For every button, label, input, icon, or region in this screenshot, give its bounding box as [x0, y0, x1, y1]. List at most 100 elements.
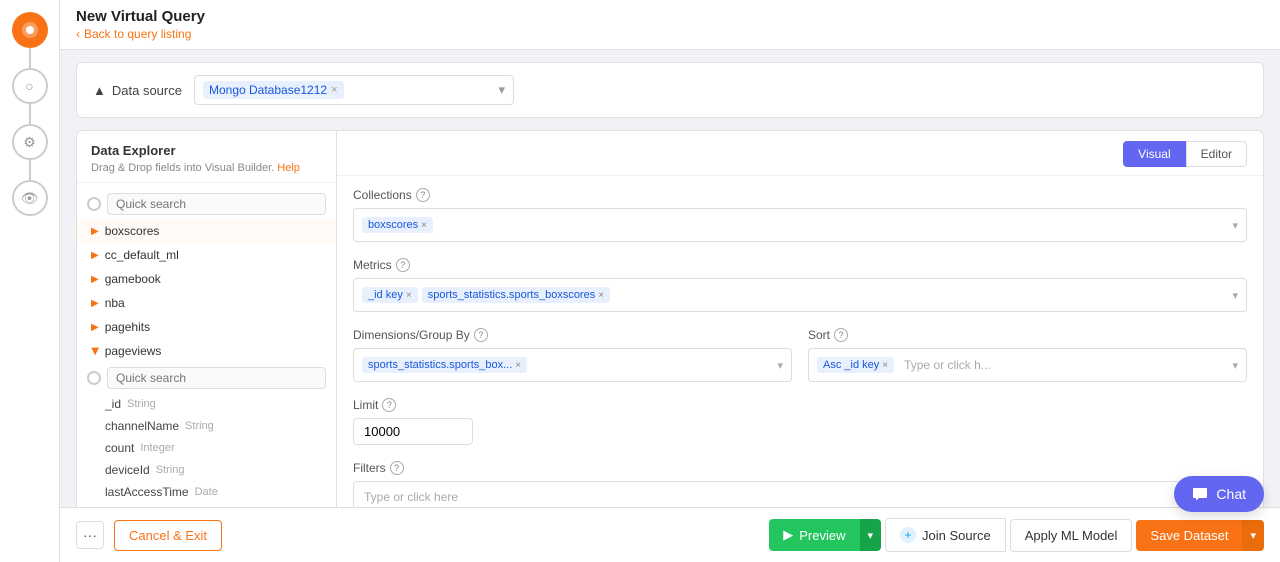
metric-sports-close[interactable]: ×: [598, 290, 604, 301]
metric-tag-sports: sports_statistics.sports_boxscores ×: [422, 287, 610, 303]
search-radio-2[interactable]: [87, 371, 101, 385]
dimensions-col: Dimensions/Group By ? sports_statistics.…: [353, 328, 792, 382]
visual-toggle[interactable]: Visual: [1123, 141, 1185, 167]
chat-icon: [1192, 486, 1208, 502]
collection-tag-boxscores: boxscores ×: [362, 217, 433, 233]
sort-tag-close[interactable]: ×: [882, 360, 888, 371]
field-count[interactable]: count Integer: [77, 437, 336, 459]
step-3[interactable]: ⚙: [12, 124, 48, 160]
limit-help-icon[interactable]: ?: [382, 398, 396, 412]
field-id[interactable]: _id String: [77, 393, 336, 415]
plus-circle-icon: +: [900, 527, 916, 543]
search-radio-1[interactable]: [87, 197, 101, 211]
chat-bubble[interactable]: Chat: [1174, 476, 1264, 512]
field-channelname[interactable]: channelName String: [77, 415, 336, 437]
collection-tag-close[interactable]: ×: [421, 220, 427, 231]
sort-label: Sort ?: [808, 328, 1247, 342]
collections-select[interactable]: boxscores × ▾: [353, 208, 1247, 242]
dimensions-select[interactable]: sports_statistics.sports_box... × ▾: [353, 348, 792, 382]
metrics-help-icon[interactable]: ?: [396, 258, 410, 272]
quick-search-1[interactable]: [107, 193, 326, 215]
metrics-select[interactable]: _id key × sports_statistics.sports_boxsc…: [353, 278, 1247, 312]
field-deviceid[interactable]: deviceId String: [77, 459, 336, 481]
more-button[interactable]: ···: [76, 521, 104, 549]
collection-cc-default-ml[interactable]: ▶ cc_default_ml: [77, 243, 336, 267]
metrics-label: Metrics ?: [353, 258, 1247, 272]
save-button[interactable]: Save Dataset: [1136, 520, 1242, 551]
footer-right: ▶ Preview ▾ + Join Source Apply ML Model: [769, 518, 1264, 552]
metrics-chevron: ▾: [1232, 289, 1238, 302]
apply-ml-button[interactable]: Apply ML Model: [1010, 519, 1133, 552]
sort-help-icon[interactable]: ?: [834, 328, 848, 342]
builder-area: Data Explorer Drag & Drop fields into Vi…: [76, 130, 1264, 507]
limit-input[interactable]: [353, 418, 473, 445]
back-link[interactable]: ‹ Back to query listing: [76, 27, 1264, 41]
collections-label: Collections ?: [353, 188, 1247, 202]
collection-pageviews[interactable]: ▶ pageviews: [77, 339, 336, 363]
preview-button-group: ▶ Preview ▾: [769, 519, 881, 551]
datasource-tag: Mongo Database1212 ×: [203, 81, 344, 99]
collection-nba[interactable]: ▶ nba: [77, 291, 336, 315]
data-explorer-hint: Drag & Drop fields into Visual Builder. …: [91, 162, 322, 174]
content-area: ▲ Data source Mongo Database1212 × ▾: [60, 50, 1280, 507]
page-header: New Virtual Query ‹ Back to query listin…: [60, 0, 1280, 50]
dimensions-help-icon[interactable]: ?: [474, 328, 488, 342]
dimension-close[interactable]: ×: [515, 360, 521, 371]
join-source-button[interactable]: + Join Source: [885, 518, 1006, 552]
datasource-tag-select[interactable]: Mongo Database1212 × ▾: [194, 75, 514, 105]
step-1[interactable]: [12, 12, 48, 48]
filters-help-icon[interactable]: ?: [390, 461, 404, 475]
footer: ··· Cancel & Exit ▶ Preview ▾ +: [60, 507, 1280, 562]
limit-label: Limit ?: [353, 398, 1247, 412]
step-4[interactable]: 👁: [12, 180, 48, 216]
collection-boxscores[interactable]: ▶ boxscores: [77, 219, 336, 243]
visual-panel: Visual Editor Collections ?: [337, 131, 1263, 507]
sort-select[interactable]: Asc _id key × Type or click h... ▾: [808, 348, 1247, 382]
sort-chevron: ▾: [1232, 359, 1238, 372]
collection-gamebook[interactable]: ▶ gamebook: [77, 267, 336, 291]
caret-boxscores: ▶: [91, 226, 99, 237]
connector-3: [29, 160, 31, 180]
preview-expand-button[interactable]: ▾: [860, 519, 882, 551]
page-title: New Virtual Query: [76, 8, 1264, 25]
sort-placeholder: Type or click h...: [904, 358, 991, 372]
filters-label: Filters ?: [353, 461, 1247, 475]
dimension-tag: sports_statistics.sports_box... ×: [362, 357, 527, 373]
save-expand-button[interactable]: ▾: [1242, 520, 1264, 551]
metric-id-close[interactable]: ×: [406, 290, 412, 301]
preview-button[interactable]: ▶ Preview: [769, 519, 859, 551]
stepper: ○ ⚙ 👁: [0, 0, 60, 562]
datasource-chevron: ▾: [498, 82, 505, 98]
caret-gamebook: ▶: [91, 274, 99, 285]
field-lastaccesstime[interactable]: lastAccessTime Date: [77, 481, 336, 503]
dimensions-chevron: ▾: [777, 359, 783, 372]
limit-row: Limit ?: [353, 398, 1247, 445]
metric-tag-id: _id key ×: [362, 287, 418, 303]
caret-nba: ▶: [91, 298, 99, 309]
editor-toggle[interactable]: Editor: [1186, 141, 1247, 167]
help-link[interactable]: Help: [277, 162, 300, 174]
visual-header: Visual Editor: [337, 131, 1263, 176]
first-search-row: [77, 189, 336, 219]
filters-row: Filters ? Type or click here ▾: [353, 461, 1247, 507]
datasource-tag-close[interactable]: ×: [331, 84, 337, 96]
filters-select[interactable]: Type or click here ▾: [353, 481, 1247, 507]
caret-pagehits: ▶: [91, 322, 99, 333]
datasource-row: ▲ Data source Mongo Database1212 × ▾: [76, 62, 1264, 118]
datasource-select[interactable]: Mongo Database1212 × ▾: [194, 75, 514, 105]
cancel-button[interactable]: Cancel & Exit: [114, 520, 222, 551]
data-explorer-header: Data Explorer Drag & Drop fields into Vi…: [77, 131, 336, 183]
data-explorer-title: Data Explorer: [91, 143, 322, 158]
connector-2: [29, 104, 31, 124]
collection-pagehits[interactable]: ▶ pagehits: [77, 315, 336, 339]
play-icon: ▶: [783, 527, 793, 543]
second-search-row: [77, 363, 336, 393]
main-content: New Virtual Query ‹ Back to query listin…: [60, 0, 1280, 562]
sort-tag: Asc _id key ×: [817, 357, 894, 373]
collections-chevron: ▾: [1232, 219, 1238, 232]
quick-search-2[interactable]: [107, 367, 326, 389]
collections-help-icon[interactable]: ?: [416, 188, 430, 202]
collections-row: Collections ? boxscores × ▾: [353, 188, 1247, 242]
view-toggle: Visual Editor: [1123, 141, 1247, 167]
step-2[interactable]: ○: [12, 68, 48, 104]
